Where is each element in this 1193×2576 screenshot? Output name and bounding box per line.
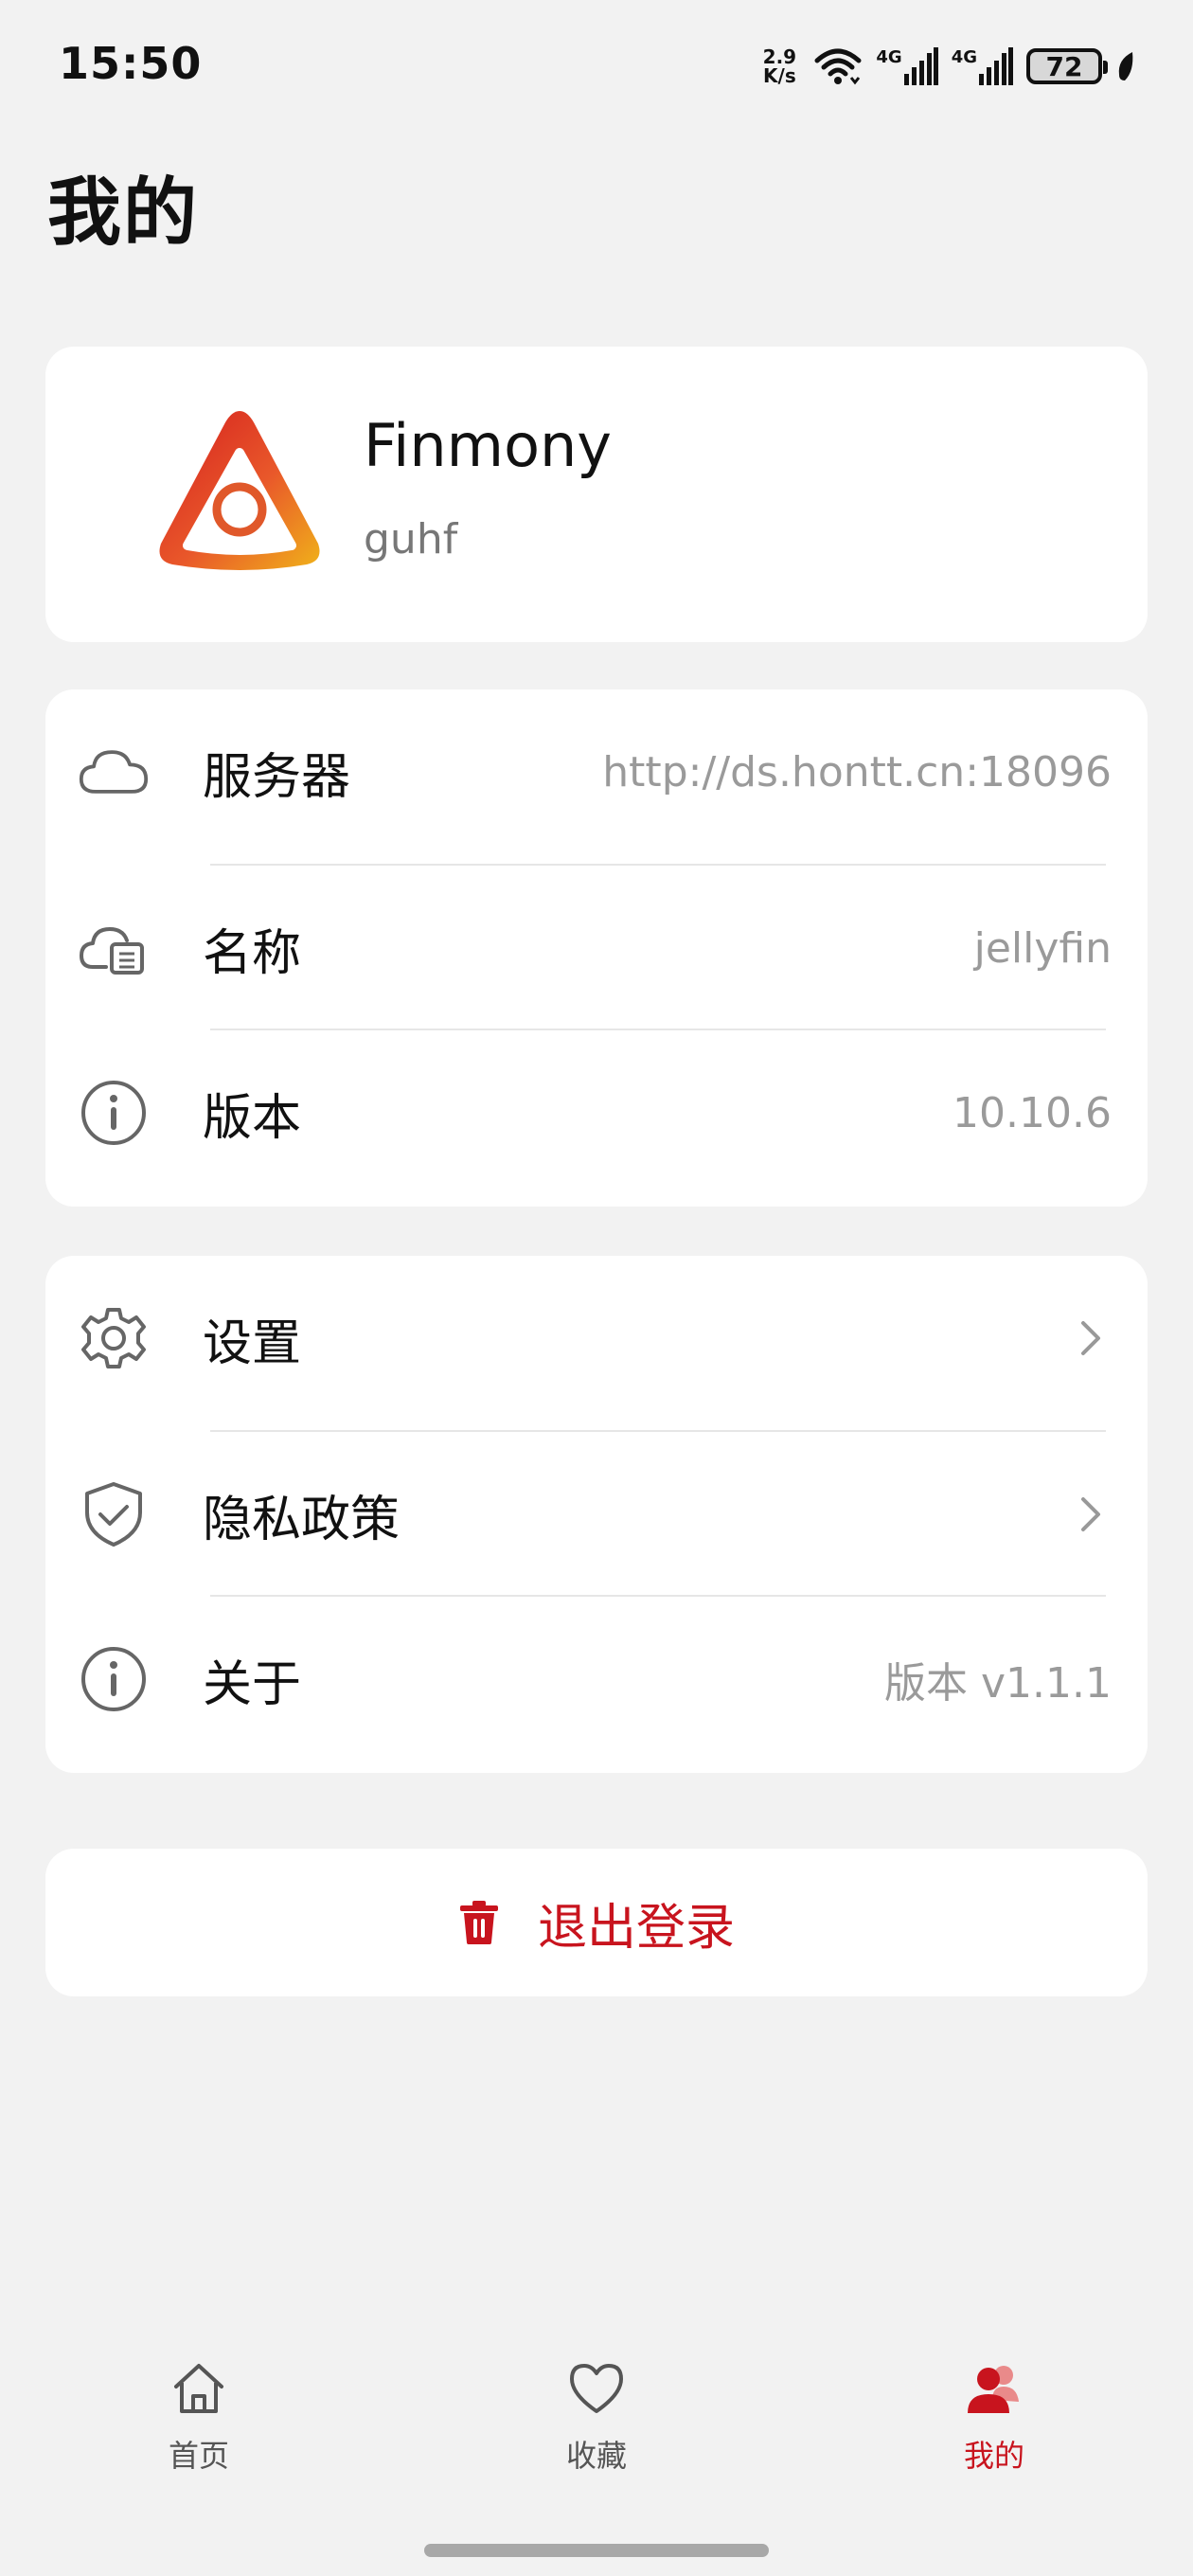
- network-speed: 2.9 K/s: [758, 47, 800, 85]
- signal-2: 4G: [952, 47, 1013, 85]
- nav-home[interactable]: 首页: [95, 2358, 303, 2476]
- home-indicator[interactable]: [424, 2544, 769, 2557]
- gear-icon: [78, 1302, 150, 1374]
- about-version-value: 版本 v1.1.1: [884, 1659, 1112, 1708]
- server-label: 服务器: [203, 748, 351, 806]
- version-row[interactable]: 版本 10.10.6: [45, 1030, 1148, 1195]
- trash-icon: [459, 1901, 498, 1944]
- server-row[interactable]: 服务器 http://ds.hontt.cn:18096: [45, 689, 1148, 854]
- network-speed-unit: K/s: [763, 64, 796, 87]
- settings-row[interactable]: 设置: [45, 1256, 1148, 1421]
- status-bar: 15:50 2.9 K/s 4G 4G 72: [0, 0, 1193, 133]
- signal-1-label: 4G: [876, 47, 902, 67]
- profile-card[interactable]: Finmony guhf: [45, 347, 1148, 642]
- leaf-icon: [1118, 52, 1133, 80]
- nav-profile-label: 我的: [963, 2438, 1024, 2474]
- status-icons: 2.9 K/s 4G 4G 72: [758, 38, 1136, 95]
- logout-label: 退出登录: [537, 1899, 735, 1957]
- signal-bars-icon: [979, 47, 1013, 85]
- name-label: 名称: [203, 924, 302, 982]
- wifi-icon: [814, 48, 862, 85]
- signal-2-label: 4G: [951, 47, 977, 67]
- privacy-label: 隐私政策: [203, 1491, 401, 1548]
- nav-favorites-label: 收藏: [565, 2438, 627, 2474]
- page-title: 我的: [47, 170, 200, 256]
- profile-username: guhf: [364, 515, 458, 564]
- version-value: 10.10.6: [953, 1088, 1112, 1137]
- home-icon: [174, 2364, 223, 2413]
- chevron-right-icon: [1081, 1497, 1100, 1531]
- signal-bars-icon: [903, 47, 938, 85]
- info-icon: [78, 1077, 150, 1149]
- about-row[interactable]: 关于 版本 v1.1.1: [45, 1597, 1148, 1762]
- logout-button[interactable]: 退出登录: [45, 1849, 1148, 1996]
- name-value: jellyfin: [973, 923, 1112, 973]
- status-time: 15:50: [59, 38, 203, 89]
- signal-1: 4G: [876, 47, 938, 85]
- heart-icon: [570, 2364, 623, 2413]
- version-label: 版本: [203, 1089, 302, 1147]
- bottom-nav: 首页 收藏 我的: [0, 2330, 1193, 2500]
- profile-app-name: Finmony: [364, 411, 612, 480]
- network-speed-value: 2.9: [762, 45, 797, 68]
- app-logo-icon: [159, 411, 320, 570]
- chevron-right-icon: [1081, 1321, 1100, 1355]
- settings-label: 设置: [203, 1315, 302, 1372]
- nav-favorites[interactable]: 收藏: [492, 2358, 701, 2476]
- name-row[interactable]: 名称 jellyfin: [45, 866, 1148, 1030]
- cloud-icon: [78, 736, 150, 808]
- settings-card: 设置 隐私政策 关于 版本 v1.1.1: [45, 1256, 1148, 1773]
- server-value: http://ds.hontt.cn:18096: [602, 747, 1112, 796]
- nav-home-label: 首页: [168, 2438, 229, 2474]
- battery-indicator: 72: [1026, 48, 1108, 84]
- cloud-document-icon: [78, 912, 150, 984]
- nav-profile[interactable]: 我的: [890, 2358, 1098, 2476]
- shield-check-icon: [78, 1478, 150, 1550]
- user-icon: [968, 2366, 1019, 2413]
- info-icon: [78, 1643, 150, 1715]
- about-label: 关于: [203, 1655, 302, 1713]
- server-info-card: 服务器 http://ds.hontt.cn:18096 名称 jellyfin…: [45, 689, 1148, 1207]
- privacy-row[interactable]: 隐私政策: [45, 1432, 1148, 1597]
